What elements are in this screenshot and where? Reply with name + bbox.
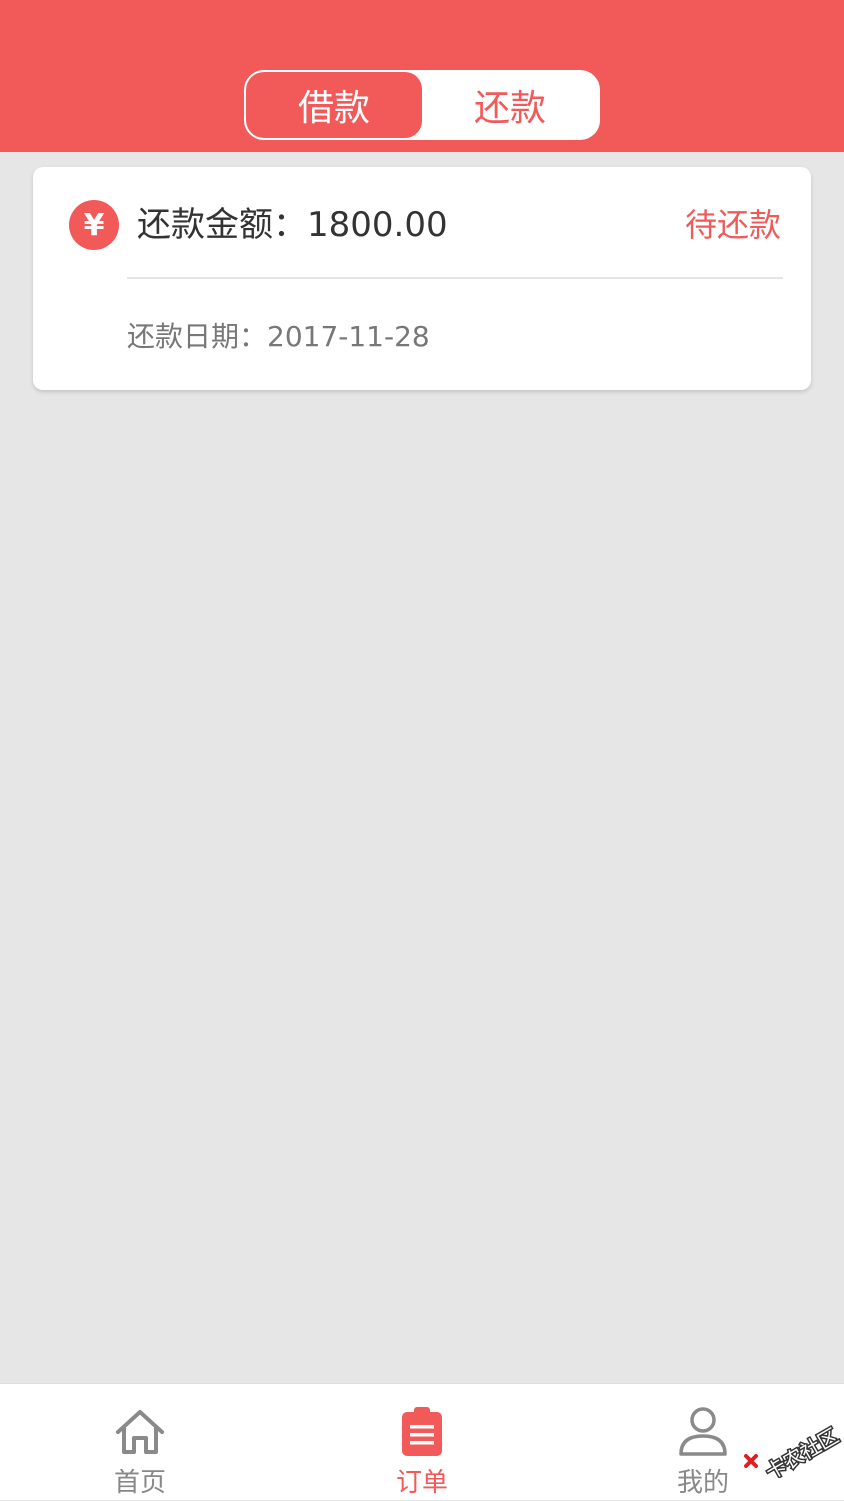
svg-text:卡农社区: 卡农社区: [761, 1423, 842, 1478]
repayment-card[interactable]: ¥ 还款金额：1800.00 待还款 还款日期：2017-11-28: [33, 167, 811, 390]
clipboard-icon: [402, 1407, 442, 1456]
tab-orders-label: 订单: [395, 1468, 448, 1498]
home-icon: [116, 1410, 164, 1454]
segmented-control: 借款 还款: [244, 70, 600, 140]
tab-borrow[interactable]: 借款: [246, 72, 422, 138]
watermark-logo: 卡农社区: [744, 1422, 844, 1478]
divider: [127, 277, 783, 279]
header-bar: 借款 还款: [0, 0, 844, 152]
repay-date: 还款日期：2017-11-28: [127, 320, 430, 353]
status-badge: 待还款: [684, 206, 781, 244]
repay-amount: 还款金额：1800.00: [137, 205, 448, 245]
user-icon: [679, 1407, 727, 1456]
tab-home-label: 首页: [113, 1468, 166, 1498]
tab-home[interactable]: 首页: [40, 1384, 240, 1501]
tab-repay[interactable]: 还款: [422, 72, 598, 138]
bottom-tab-bar: 首页 订单 我的: [0, 1383, 844, 1500]
tab-orders[interactable]: 订单: [322, 1384, 522, 1501]
yen-icon: ¥: [69, 200, 119, 250]
